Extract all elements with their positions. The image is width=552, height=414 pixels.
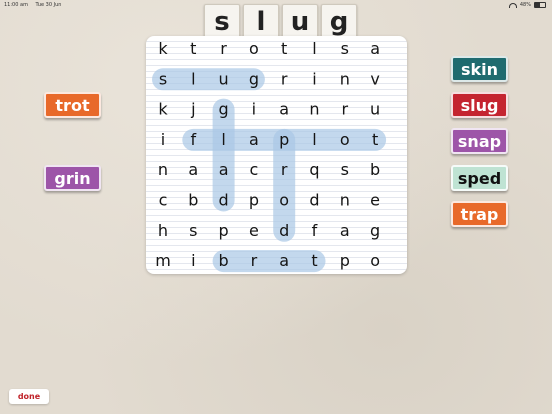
word-button-trap[interactable]: trap xyxy=(451,201,508,227)
grid-cell[interactable]: h xyxy=(158,221,168,240)
grid-cell[interactable]: i xyxy=(252,100,256,119)
grid-cell[interactable]: p xyxy=(340,251,350,270)
grid-cell[interactable]: i xyxy=(312,69,316,88)
grid-cell[interactable]: r xyxy=(220,39,227,58)
grid-cell[interactable]: a xyxy=(219,160,229,179)
grid-cell[interactable]: u xyxy=(370,100,380,119)
grid-cell[interactable]: f xyxy=(312,221,318,240)
grid-cell[interactable]: o xyxy=(249,39,259,58)
highlight-brat xyxy=(212,250,326,273)
word-button-skin[interactable]: skin xyxy=(451,56,508,82)
battery-icon xyxy=(534,2,546,8)
word-button-slug[interactable]: slug xyxy=(451,92,508,118)
grid-cell[interactable]: r xyxy=(342,100,349,119)
grid-cell[interactable]: s xyxy=(341,39,349,58)
status-date: Tue 30 Jun xyxy=(35,2,62,8)
grid-cell[interactable]: n xyxy=(340,191,350,210)
grid-cell[interactable]: a xyxy=(340,221,350,240)
grid-cell[interactable]: v xyxy=(370,69,379,88)
target-letter-tile: u xyxy=(282,4,318,39)
grid-cell[interactable]: g xyxy=(370,221,380,240)
grid-cell[interactable]: k xyxy=(158,39,168,58)
grid-cell[interactable]: b xyxy=(188,191,198,210)
grid-cell[interactable]: j xyxy=(190,100,195,119)
grid-cell[interactable]: t xyxy=(372,130,378,149)
grid-cell[interactable]: o xyxy=(340,130,350,149)
grid-cell[interactable]: b xyxy=(219,251,229,270)
grid-cell[interactable]: s xyxy=(159,69,167,88)
target-letter-tile: s xyxy=(204,4,240,39)
grid-cell[interactable]: o xyxy=(279,191,289,210)
grid-cell[interactable]: c xyxy=(159,191,168,210)
grid-cell[interactable]: d xyxy=(309,191,319,210)
grid-cell[interactable]: l xyxy=(312,39,316,58)
grid-cell[interactable]: e xyxy=(370,191,380,210)
battery-percent: 48% xyxy=(519,2,531,8)
grid-cell[interactable]: t xyxy=(281,39,287,58)
grid-cell[interactable]: u xyxy=(219,69,229,88)
grid-cell[interactable]: s xyxy=(189,221,197,240)
grid-cell[interactable]: r xyxy=(281,69,288,88)
target-letter-tile: l xyxy=(243,4,279,39)
grid-cell[interactable]: d xyxy=(219,191,229,210)
grid-cell[interactable]: e xyxy=(249,221,259,240)
target-word: s l u g xyxy=(204,4,357,39)
grid-cell[interactable]: m xyxy=(155,251,171,270)
grid-cell[interactable]: p xyxy=(279,130,289,149)
grid-cell[interactable]: g xyxy=(219,100,229,119)
grid-cell[interactable]: l xyxy=(312,130,316,149)
grid-cell[interactable]: a xyxy=(249,130,259,149)
grid-cell[interactable]: p xyxy=(219,221,229,240)
grid-cell[interactable]: a xyxy=(279,251,289,270)
grid-cell[interactable]: n xyxy=(340,69,350,88)
grid-cell[interactable]: q xyxy=(309,160,319,179)
grid-cell[interactable]: t xyxy=(311,251,317,270)
grid-cell[interactable]: i xyxy=(191,251,195,270)
grid-cell[interactable]: r xyxy=(251,251,258,270)
grid-canvas[interactable]: k t r o t l s as l u g r i n vk j g i a n r ui f l a p l o tn a a c r q s b… xyxy=(146,36,407,274)
grid-cell[interactable]: n xyxy=(309,100,319,119)
grid-cell[interactable]: l xyxy=(191,69,195,88)
grid-cell[interactable]: a xyxy=(188,160,198,179)
grid-cell[interactable]: o xyxy=(370,251,380,270)
done-button[interactable]: done xyxy=(9,389,49,404)
word-search-grid[interactable]: ktrotlsaslugrinvkjgianruiflaplotnaacrqsb… xyxy=(146,36,407,274)
grid-cell[interactable]: d xyxy=(279,221,289,240)
grid-cell[interactable]: a xyxy=(370,39,380,58)
grid-cell[interactable]: g xyxy=(249,69,259,88)
status-time: 11:00 am xyxy=(4,2,28,8)
grid-cell[interactable]: c xyxy=(250,160,259,179)
word-button-snap[interactable]: snap xyxy=(451,128,508,154)
target-letter-tile: g xyxy=(321,4,357,39)
wifi-icon xyxy=(508,2,517,8)
grid-cell[interactable]: b xyxy=(370,160,380,179)
word-button-trot[interactable]: trot xyxy=(44,92,101,118)
grid-cell[interactable]: k xyxy=(158,100,168,119)
word-button-sped[interactable]: sped xyxy=(451,165,508,191)
grid-cell[interactable]: s xyxy=(341,160,349,179)
word-button-grin[interactable]: grin xyxy=(44,165,101,191)
grid-cell[interactable]: a xyxy=(279,100,289,119)
grid-cell[interactable]: t xyxy=(190,39,196,58)
grid-cell[interactable]: i xyxy=(161,130,165,149)
grid-cell[interactable]: p xyxy=(249,191,259,210)
grid-cell[interactable]: n xyxy=(158,160,168,179)
grid-cell[interactable]: l xyxy=(221,130,225,149)
grid-cell[interactable]: f xyxy=(190,130,196,149)
grid-cell[interactable]: r xyxy=(281,160,288,179)
